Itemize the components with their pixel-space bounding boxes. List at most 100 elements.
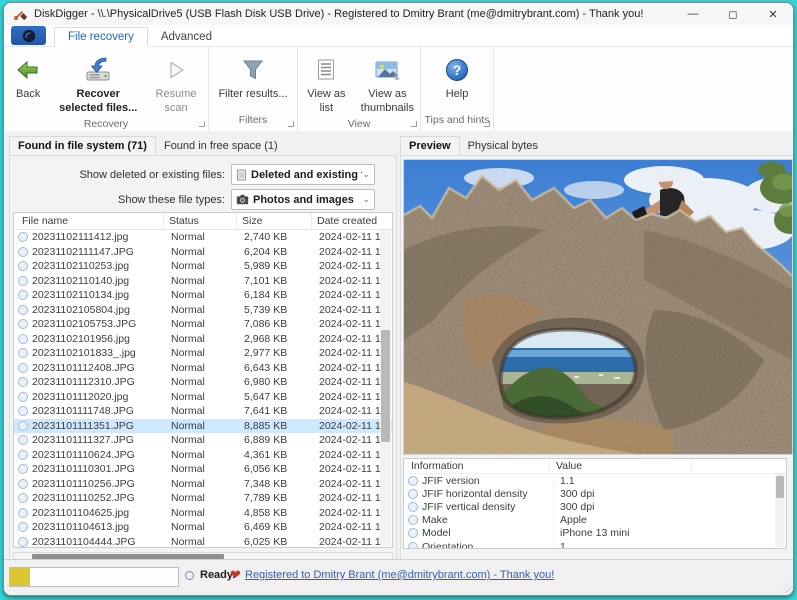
file-list-header: File name Status Size Date created [14, 213, 392, 230]
cell: Normal [166, 246, 239, 258]
info-row[interactable]: JFIF vertical density300 dpi [404, 500, 786, 513]
table-row[interactable]: 20231102101833_.jpgNormal2,977 KB2024-02… [14, 346, 392, 361]
file-circle-icon [18, 479, 28, 489]
view-as-list-button[interactable]: View as list [300, 53, 353, 118]
tab-physical-bytes[interactable]: Physical bytes [460, 137, 546, 155]
table-row[interactable]: 20231102111147.JPGNormal6,204 KB2024-02-… [14, 245, 392, 260]
info-value: 300 dpi [553, 501, 695, 513]
dialog-launcher-icon[interactable] [199, 121, 205, 127]
cell: Normal [166, 420, 239, 432]
filter-results-button[interactable]: Filter results... [211, 53, 295, 104]
table-row[interactable]: 20231101111748.JPGNormal7,641 KB2024-02-… [14, 404, 392, 419]
heart-icon: ❤ [230, 567, 241, 583]
info-row[interactable]: JFIF horizontal density300 dpi [404, 487, 786, 500]
table-row[interactable]: 20231102105804.jpgNormal5,739 KB2024-02-… [14, 303, 392, 318]
dialog-launcher-icon[interactable] [288, 121, 294, 127]
scrollbar-thumb[interactable] [381, 330, 390, 442]
help-icon: ? [444, 55, 470, 85]
app-menu-button[interactable] [11, 26, 46, 45]
tab-preview[interactable]: Preview [400, 136, 460, 155]
ribbon-group-filters: Filter results... Filters [209, 47, 298, 131]
info-circle-icon [408, 515, 418, 525]
table-row[interactable]: 20231101110624.JPGNormal4,361 KB2024-02-… [14, 448, 392, 463]
resize-grip[interactable] [780, 582, 791, 593]
file-circle-icon [18, 261, 28, 271]
info-value: Apple [553, 514, 695, 526]
close-button[interactable]: ✕ [753, 3, 793, 25]
recover-selected-files-button[interactable]: Recover selected files... [54, 53, 142, 118]
info-row[interactable]: JFIF version1.1 [404, 474, 786, 487]
cell: 20231101110256.JPG [32, 478, 166, 490]
help-button[interactable]: ? Help [424, 53, 490, 104]
column-header-value[interactable]: Value [550, 459, 692, 473]
cell: 6,889 KB [239, 434, 314, 446]
exif-info-header: Information Value [404, 459, 786, 474]
table-row[interactable]: 20231102110140.jpgNormal7,101 KB2024-02-… [14, 274, 392, 289]
info-row[interactable]: ModeliPhone 13 mini [404, 527, 786, 540]
table-row[interactable]: 20231101111351.JPGNormal8,885 KB2024-02-… [14, 419, 392, 434]
table-row[interactable]: 20231101110252.JPGNormal7,789 KB2024-02-… [14, 491, 392, 506]
table-row[interactable]: 20231102105753.JPGNormal7,086 KB2024-02-… [14, 317, 392, 332]
table-row[interactable]: 20231102101956.jpgNormal2,968 KB2024-02-… [14, 332, 392, 347]
file-circle-icon [18, 232, 28, 242]
table-row[interactable]: 20231101112020.jpgNormal5,647 KB2024-02-… [14, 390, 392, 405]
view-as-thumbnails-button[interactable]: View as thumbnails [357, 53, 418, 118]
table-row[interactable]: 20231101104625.jpgNormal4,858 KB2024-02-… [14, 506, 392, 521]
scrollbar-thumb[interactable] [776, 476, 784, 498]
deleted-files-dropdown[interactable]: Deleted and existing files ⌄ [231, 164, 375, 185]
table-row[interactable]: 20231102111412.jpgNormal2,740 KB2024-02-… [14, 230, 392, 245]
file-list-vertical-scrollbar[interactable] [380, 230, 391, 546]
back-button[interactable]: Back [6, 53, 50, 104]
minimize-button[interactable]: — [673, 3, 713, 25]
file-circle-icon [18, 334, 28, 344]
dialog-launcher-icon[interactable] [484, 121, 490, 127]
file-circle-icon [18, 406, 28, 416]
table-row[interactable]: 20231101111327.JPGNormal6,889 KB2024-02-… [14, 433, 392, 448]
dialog-launcher-icon[interactable] [411, 121, 417, 127]
table-row[interactable]: 20231101104613.jpgNormal6,469 KB2024-02-… [14, 520, 392, 535]
table-row[interactable]: 20231101110301.JPGNormal6,056 KB2024-02-… [14, 462, 392, 477]
group-label-view: View [298, 118, 420, 132]
file-circle-icon [18, 522, 28, 532]
ribbon-group-recovery: Back Recover selected files... [4, 47, 209, 131]
column-header-status[interactable]: Status [164, 213, 237, 229]
maximize-button[interactable]: ◻ [713, 3, 753, 25]
tab-file-recovery[interactable]: File recovery [54, 27, 148, 47]
registered-link[interactable]: Registered to Dmitry Brant (me@dmitrybra… [245, 569, 554, 581]
file-circle-icon [18, 421, 28, 431]
table-row[interactable]: 20231102110134.jpgNormal6,184 KB2024-02-… [14, 288, 392, 303]
recover-label: Recover selected files... [58, 88, 138, 116]
info-vertical-scrollbar[interactable] [775, 474, 785, 547]
table-row[interactable]: 20231101104444.JPGNormal6,025 KB2024-02-… [14, 535, 392, 549]
document-icon [236, 169, 247, 181]
cell: Normal [166, 405, 239, 417]
table-row[interactable]: 20231101112310.JPGNormal6,980 KB2024-02-… [14, 375, 392, 390]
file-types-dropdown[interactable]: Photos and images ⌄ [231, 189, 375, 210]
table-row[interactable]: 20231102110253.jpgNormal5,989 KB2024-02-… [14, 259, 392, 274]
tab-found-in-file-system[interactable]: Found in file system (71) [9, 136, 156, 155]
cell: Normal [166, 463, 239, 475]
cell: 6,204 KB [239, 246, 314, 258]
cell: 4,858 KB [239, 507, 314, 519]
info-value: 1 [553, 541, 695, 549]
cell: 2,968 KB [239, 333, 314, 345]
table-row[interactable]: 20231101112408.JPGNormal6,643 KB2024-02-… [14, 361, 392, 376]
funnel-icon [240, 55, 266, 85]
info-circle-icon [408, 528, 418, 538]
file-circle-icon [18, 392, 28, 402]
status-circle-icon [185, 571, 194, 580]
tab-advanced[interactable]: Advanced [148, 28, 225, 46]
column-header-information[interactable]: Information [404, 459, 550, 473]
info-row[interactable]: MakeApple [404, 514, 786, 527]
resume-scan-button[interactable]: Resume scan [146, 53, 206, 118]
info-row[interactable]: Orientation1 [404, 540, 786, 549]
cell: 20231101110252.JPG [32, 492, 166, 504]
window-controls: — ◻ ✕ [673, 3, 793, 25]
column-header-size[interactable]: Size [237, 213, 312, 229]
column-header-date-created[interactable]: Date created [312, 213, 392, 229]
cell: 6,056 KB [239, 463, 314, 475]
tab-found-in-free-space[interactable]: Found in free space (1) [156, 137, 286, 155]
file-circle-icon [18, 435, 28, 445]
table-row[interactable]: 20231101110256.JPGNormal7,348 KB2024-02-… [14, 477, 392, 492]
column-header-file-name[interactable]: File name [14, 213, 164, 229]
